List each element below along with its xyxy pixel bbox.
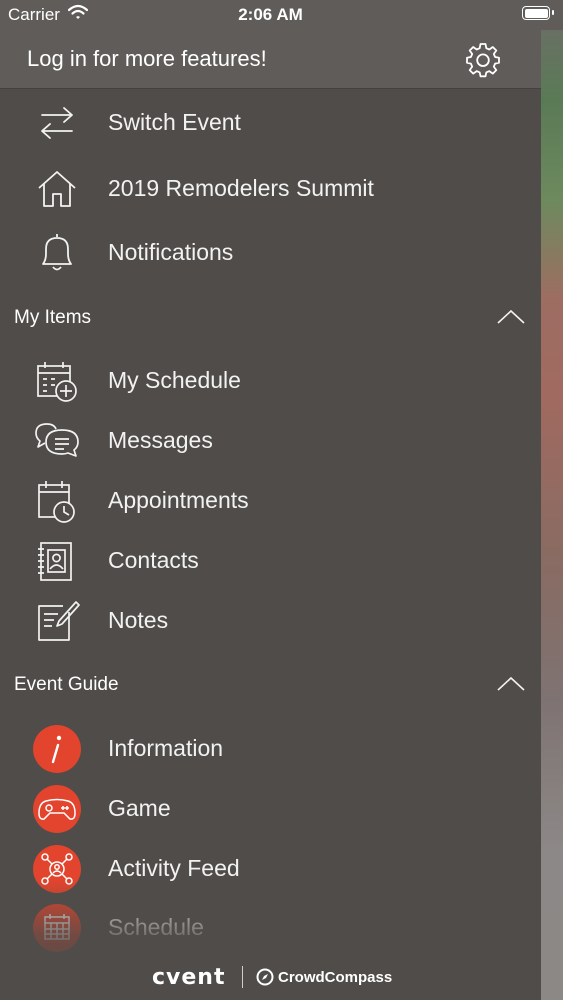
menu-item-label: Schedule [108, 914, 204, 940]
menu-item-label: 2019 Remodelers Summit [108, 175, 374, 201]
background-content-peek[interactable] [541, 0, 563, 1000]
calendar-clock-icon [38, 481, 75, 523]
menu-item-contacts[interactable]: Contacts [0, 530, 541, 590]
menu-item-label: Switch Event [108, 109, 241, 135]
calendar-grid-icon [33, 904, 81, 952]
menu-item-activity-feed[interactable]: Activity Feed [0, 838, 541, 898]
activity-network-icon [33, 845, 81, 893]
menu-item-switch-event[interactable]: Switch Event [0, 92, 541, 152]
menu-item-appointments[interactable]: Appointments [0, 470, 541, 530]
section-header-my-items[interactable]: My Items [0, 297, 541, 337]
drawer-header: Log in for more features! [0, 30, 541, 89]
battery-icon [522, 6, 554, 20]
clock: 2:06 AM [238, 5, 303, 24]
menu-item-label: My Schedule [108, 367, 241, 393]
menu-item-my-schedule[interactable]: My Schedule [0, 350, 541, 410]
menu-item-label: Contacts [108, 547, 199, 573]
calendar-add-icon [37, 362, 77, 402]
crowdcompass-logo-icon [256, 968, 274, 986]
chevron-up-icon [497, 676, 525, 691]
footer-branding: cvent CrowdCompass [0, 963, 541, 995]
cvent-logo: cvent [152, 965, 226, 990]
section-title: Event Guide [14, 674, 119, 695]
menu-item-schedule[interactable]: Schedule [0, 897, 541, 957]
menu-item-label: Notifications [108, 239, 234, 265]
status-bar: Carrier 2:06 AM [0, 0, 563, 30]
note-pencil-icon [38, 601, 80, 641]
crowdcompass-logo-text: CrowdCompass [278, 969, 393, 986]
menu-item-label: Messages [108, 427, 213, 453]
contact-book-icon [38, 542, 72, 581]
menu-item-label: Appointments [108, 487, 249, 513]
menu-item-label: Activity Feed [108, 855, 240, 881]
menu-item-game[interactable]: Game [0, 778, 541, 838]
menu-item-messages[interactable]: Messages [0, 410, 541, 470]
gear-icon [466, 43, 500, 78]
settings-button[interactable] [464, 40, 502, 78]
chevron-up-icon [497, 309, 525, 324]
chat-bubbles-icon [35, 423, 79, 457]
menu-item-label: Game [108, 795, 171, 821]
menu-item-notes[interactable]: Notes [0, 590, 541, 650]
section-header-event-guide[interactable]: Event Guide [0, 664, 541, 704]
home-icon [38, 171, 76, 207]
gamepad-icon [33, 785, 81, 833]
footer-divider [242, 966, 243, 988]
menu-item-information[interactable]: Information [0, 718, 541, 778]
info-icon [33, 725, 81, 773]
side-drawer: Log in for more features! Switch Event 2… [0, 0, 541, 1000]
menu-item-notifications[interactable]: Notifications [0, 222, 541, 282]
menu-item-event-home[interactable]: 2019 Remodelers Summit [0, 158, 541, 218]
switch-arrows-icon [41, 107, 73, 139]
menu-item-label: Notes [108, 607, 169, 633]
menu-item-label: Information [108, 735, 224, 761]
login-prompt[interactable]: Log in for more features! [27, 46, 267, 72]
section-title: My Items [14, 307, 92, 328]
bell-icon [42, 234, 72, 271]
